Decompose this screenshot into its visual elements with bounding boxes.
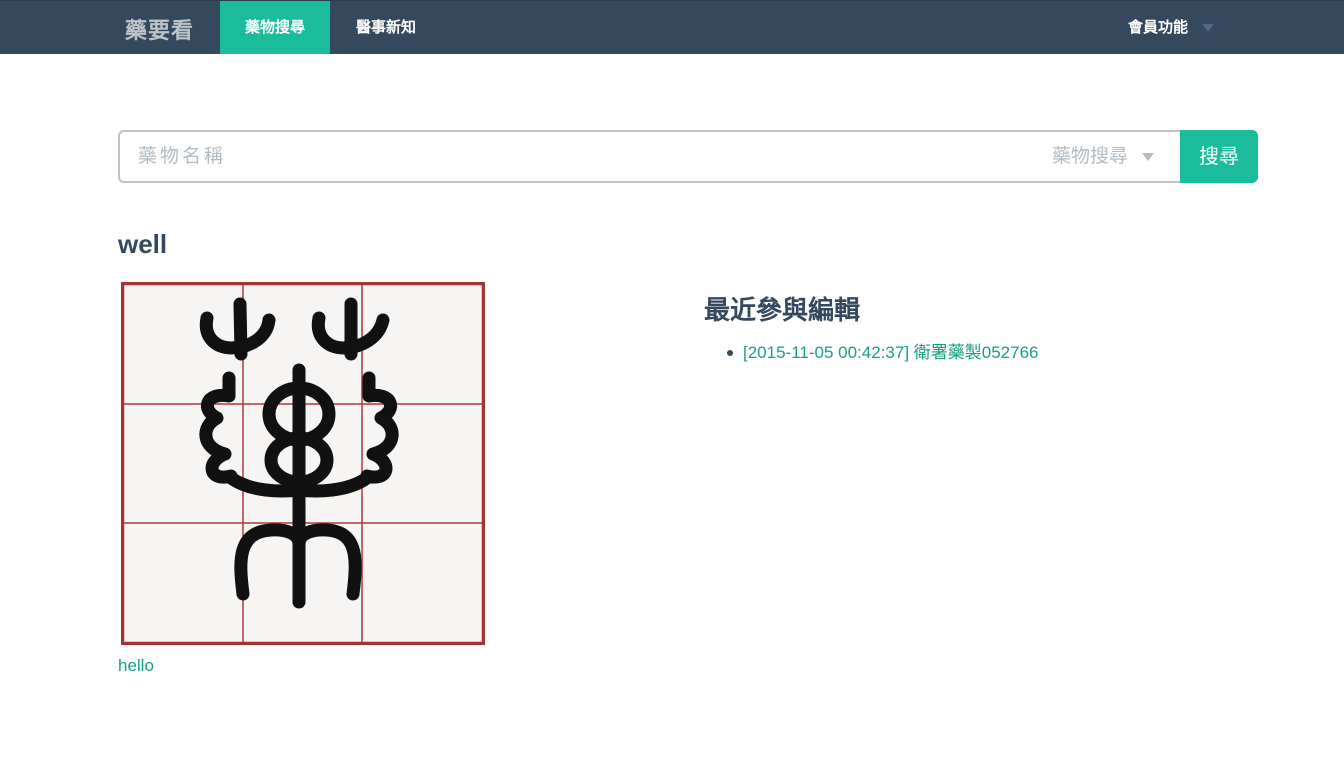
recent-edits-heading: 最近參與編輯	[704, 295, 861, 325]
top-navbar: 藥要看 藥物搜尋 醫事新知 會員功能	[0, 0, 1344, 54]
search-button[interactable]: 搜尋	[1180, 130, 1258, 183]
bullet-icon	[727, 350, 733, 356]
nav-tab-drug-search[interactable]: 藥物搜尋	[220, 1, 330, 54]
character-image[interactable]	[121, 282, 485, 645]
brand-logo[interactable]: 藥要看	[125, 13, 194, 45]
search-type-label: 藥物搜尋	[1052, 146, 1129, 167]
caret-down-icon	[1202, 24, 1215, 33]
caret-down-icon	[1142, 152, 1155, 161]
nav-tab-medical-news[interactable]: 醫事新知	[338, 1, 434, 54]
recent-edit-link[interactable]: [2015-11-05 00:42:37] 衛署藥製052766	[743, 343, 1039, 362]
recent-edits-list: [2015-11-05 00:42:37] 衛署藥製052766	[727, 342, 1039, 364]
image-caption-link[interactable]: hello	[118, 656, 154, 676]
search-type-select[interactable]: 藥物搜尋	[1052, 132, 1155, 181]
member-menu-dropdown[interactable]: 會員功能	[1128, 1, 1238, 54]
search-input[interactable]	[120, 132, 1020, 181]
item-title: well	[118, 229, 168, 259]
member-menu-label: 會員功能	[1128, 19, 1189, 36]
list-item: [2015-11-05 00:42:37] 衛署藥製052766	[727, 342, 1039, 364]
search-form: 藥物搜尋	[118, 130, 1182, 183]
